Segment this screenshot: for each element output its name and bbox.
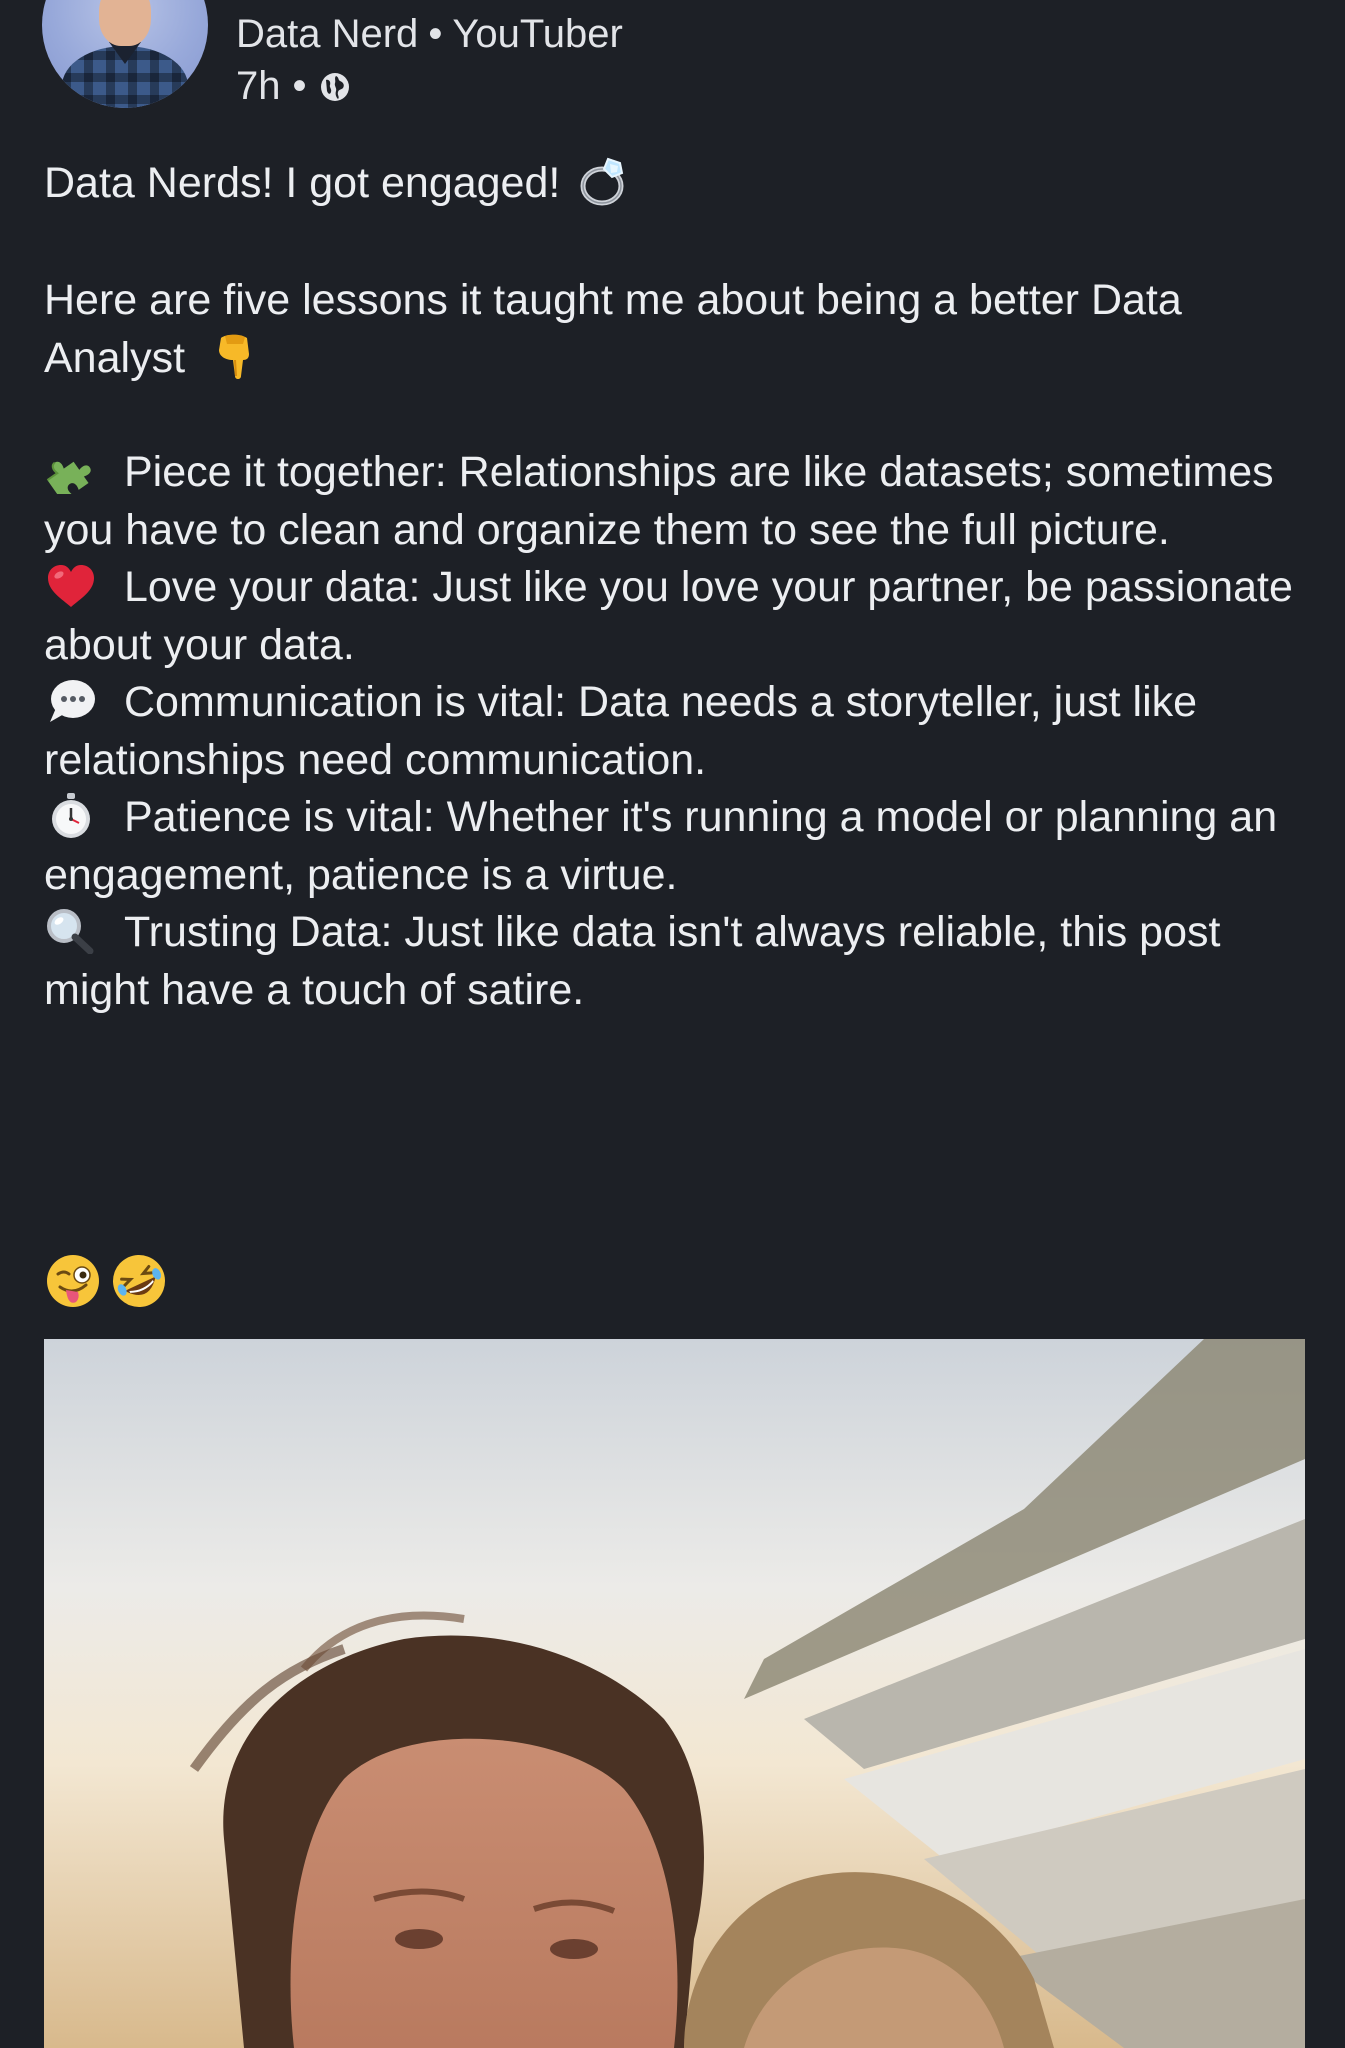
post-intro-text: Data Nerds! I got engaged! [44,159,561,207]
post-paragraph-2: Here are five lessons it taught me about… [44,272,1314,387]
lesson-text: Piece it together: Relationships are lik… [44,448,1274,554]
lesson-text: Love your data: Just like you love your … [44,563,1293,669]
winking-tongue-face-icon [47,1255,99,1307]
lesson-item: Love your data: Just like you love your … [44,559,1314,674]
lessons-list: Piece it together: Relationships are lik… [44,444,1314,1019]
lesson-item: Communication is vital: Data needs a sto… [44,674,1314,789]
lesson-text: Trusting Data: Just like data isn't alwa… [44,908,1221,1014]
magnifying-glass-icon [47,909,94,954]
author-headline: YouTuber [452,12,623,56]
lesson-item: Trusting Data: Just like data isn't alwa… [44,904,1314,1019]
red-heart-icon [48,565,94,607]
post-paragraph-1: Data Nerds! I got engaged! [44,155,1314,213]
separator-dot: • [428,12,443,56]
post-meta: 7h • [236,64,351,109]
lesson-item: Patience is vital: Whether it's running … [44,789,1314,904]
lesson-item: Piece it together: Relationships are lik… [44,444,1314,559]
lesson-text: Communication is vital: Data needs a sto… [44,678,1198,784]
pointing-down-icon [219,334,250,379]
ring-icon [580,157,624,206]
author-line[interactable]: Data Nerd • YouTuber [236,12,623,57]
speech-bubble-icon [50,680,95,722]
globe-icon [320,72,349,101]
post-time: 7h [236,64,281,108]
lesson-text: Patience is vital: Whether it's running … [44,793,1278,899]
selfie-photo[interactable] [44,1339,1305,2048]
stopwatch-icon [52,793,90,838]
author-name[interactable]: Data Nerd [236,12,418,56]
author-avatar[interactable] [42,0,208,108]
closing-emojis [44,1252,168,1312]
rolling-laughing-face-icon [113,1255,165,1307]
separator-dot: • [292,64,307,108]
puzzle-piece-icon [46,461,91,494]
